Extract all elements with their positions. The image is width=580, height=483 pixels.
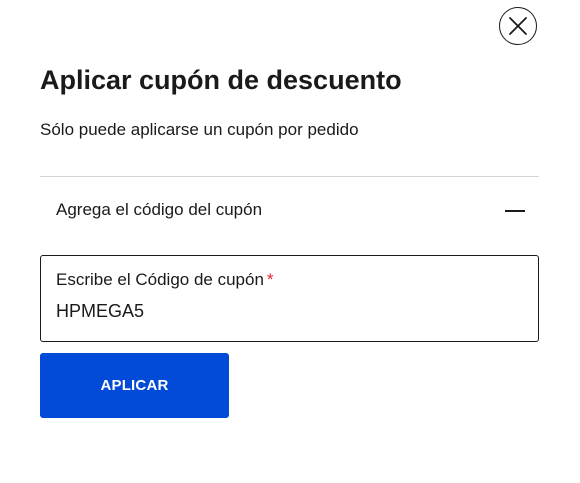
close-button[interactable] [499,7,537,45]
close-icon [509,17,527,35]
apply-button[interactable]: APLICAR [40,353,229,418]
coupon-field-label: Escribe el Código de cupón * [56,269,274,291]
coupon-accordion-header[interactable]: Agrega el código del cupón [40,190,539,232]
coupon-modal: Aplicar cupón de descuento Sólo puede ap… [0,0,580,483]
required-mark: * [266,270,274,289]
accordion-label: Agrega el código del cupón [56,200,263,219]
coupon-field-label-text: Escribe el Código de cupón [56,270,264,289]
divider [40,176,539,177]
modal-subtitle: Sólo puede aplicarse un cupón por pedido [40,120,359,139]
minus-icon [505,210,525,212]
coupon-field[interactable]: Escribe el Código de cupón * [40,255,539,342]
modal-title: Aplicar cupón de descuento [40,65,402,95]
coupon-code-input[interactable] [56,298,516,324]
